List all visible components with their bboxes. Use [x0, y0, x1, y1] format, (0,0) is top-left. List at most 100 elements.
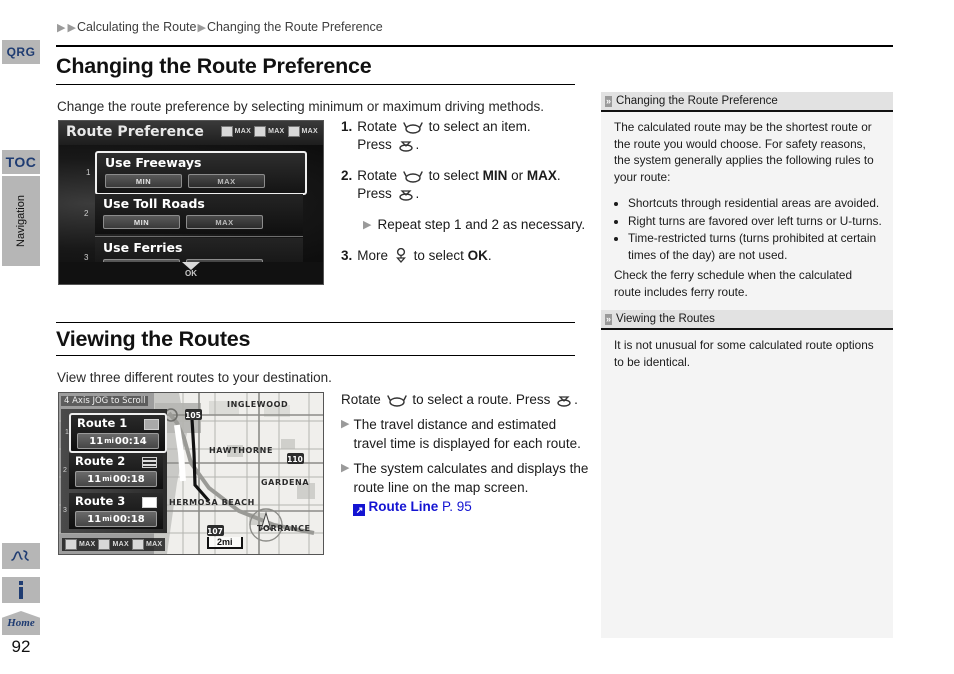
route-distance: 11 [87, 513, 102, 525]
enter-button-icon [556, 393, 572, 407]
route-color-swatch [144, 419, 159, 430]
step-object: to select [428, 168, 479, 183]
breadcrumb-item-1[interactable]: Calculating the Route [77, 20, 197, 34]
section2-rule-top [56, 322, 575, 323]
cross-reference-page[interactable]: P. 95 [442, 499, 472, 514]
max-button[interactable]: MAX [186, 215, 263, 229]
step-verb: Rotate [357, 168, 398, 183]
triangle-bullet-icon: ▶ [363, 219, 372, 231]
step-number: 2. [341, 168, 353, 183]
jump-link-icon: ↗ [353, 504, 366, 516]
status-badge: MAX [65, 539, 95, 550]
status-badge-label: MAX [268, 128, 285, 135]
screen-body: 1 Use Freeways MIN MAX 2 Use Toll Roads … [59, 145, 323, 280]
min-button[interactable]: MIN [105, 174, 182, 188]
step-verb: More [357, 248, 389, 263]
triangle-bullet-icon: ▶ [341, 462, 350, 474]
option-label: Use Toll Roads [103, 196, 205, 211]
enter-button-icon [398, 138, 414, 152]
double-chevron-icon: » [605, 95, 613, 107]
step-value-ok: OK [467, 248, 488, 263]
route-time: 00:18 [112, 513, 145, 525]
route-row-1[interactable]: 1 Route 1 11 mi 00:14 [65, 413, 167, 453]
route-color-swatch [142, 497, 157, 508]
status-badge-label: MAX [145, 541, 163, 548]
step-conjunction: or [511, 168, 524, 183]
route-distance: 11 [87, 473, 102, 485]
route-time: 00:18 [112, 473, 145, 485]
status-badge-label: MAX [79, 541, 96, 548]
home-button[interactable]: Home [2, 611, 40, 635]
svg-text:110: 110 [287, 455, 303, 464]
route-number: 3 [63, 507, 67, 514]
voice-command-icon[interactable] [2, 543, 40, 569]
rotary-knob-icon [403, 120, 423, 134]
step-value-max: MAX [526, 168, 557, 183]
max-button[interactable]: MAX [188, 174, 265, 188]
map-status-badges: MAX MAX MAX [62, 538, 166, 551]
toll-road-icon [254, 126, 267, 137]
instruction-period: . [574, 392, 578, 407]
step-text: Rotate to select MIN or MAX. Press . [357, 167, 560, 203]
route-preference-screenshot: Route Preference MAX MAX MAX 1 Use Freew… [58, 120, 324, 285]
status-badge: MAX [131, 539, 163, 550]
route-color-swatch [142, 457, 157, 468]
heading-rule-under [56, 84, 575, 85]
rotary-knob-icon [403, 169, 423, 183]
min-button[interactable]: MIN [103, 215, 180, 229]
option-number: 1 [86, 168, 91, 177]
freeway-icon [220, 126, 233, 137]
route-stats: 11 mi 00:18 [75, 511, 157, 527]
rail-tab-qrg[interactable]: QRG [2, 40, 40, 64]
double-chevron-icon: » [605, 313, 613, 325]
information-icon[interactable] [2, 577, 40, 603]
section2-title: Viewing the Routes [56, 327, 251, 351]
rail-tab-qrg-label: QRG [6, 45, 36, 59]
rail-tab-toc[interactable]: TOC [2, 150, 40, 174]
note-paragraph: The calculated route may be the shortest… [614, 120, 874, 184]
step-period: . [487, 248, 492, 263]
option-row-use-toll-roads[interactable]: 2 Use Toll Roads MIN MAX [84, 194, 303, 234]
route-row-2[interactable]: 2 Route 2 11 mi 00:18 [63, 453, 163, 489]
svg-text:GARDENA: GARDENA [261, 478, 309, 487]
breadcrumb-item-2[interactable]: Changing the Route Preference [207, 20, 383, 34]
instruction-object: to select a route. Press [412, 392, 551, 407]
status-badge-label: MAX [112, 541, 129, 548]
note-bullet-list: Shortcuts through residential areas are … [614, 195, 882, 263]
rotary-knob-icon [386, 393, 407, 407]
svg-text:107: 107 [207, 527, 223, 536]
notes-sidebar: » Changing the Route Preference The calc… [601, 92, 893, 638]
step-text: Rotate to select an item. Press . [357, 118, 530, 154]
section2-rule-under [56, 355, 575, 356]
result-bullet-1: ▶ The travel distance and estimated trav… [341, 415, 591, 453]
svg-text:TORRANCE: TORRANCE [257, 524, 311, 533]
step-verb-2: Press [357, 186, 392, 201]
note-header-1: » Changing the Route Preference [601, 92, 893, 112]
heading-rule-top [56, 45, 893, 47]
result-bullet-2-body: The system calculates and displays the r… [353, 461, 589, 495]
screen-status-badges: MAX MAX MAX [220, 126, 318, 137]
route-label: Route 2 [75, 454, 126, 468]
substep-repeat: ▶ Repeat step 1 and 2 as necessary. [363, 216, 591, 234]
cross-reference-link[interactable]: Route Line [368, 499, 438, 514]
route-row-3[interactable]: 3 Route 3 11 mi 00:18 [63, 493, 163, 529]
rail-section-navigation[interactable]: Navigation [2, 176, 40, 266]
step-verb: Rotate [357, 119, 398, 134]
note-body-2: It is not unusual for some calculated ro… [601, 330, 893, 380]
page-number: 92 [11, 637, 31, 656]
option-row-use-freeways[interactable]: 1 Use Freeways MIN MAX [86, 151, 307, 195]
substep-text: Repeat step 1 and 2 as necessary. [377, 217, 586, 232]
route-distance-unit: mi [102, 515, 112, 523]
note-bullet: Shortcuts through residential areas are … [628, 195, 882, 212]
note-header-2: » Viewing the Routes [601, 310, 893, 330]
status-badge: MAX [287, 126, 318, 137]
status-badge: MAX [220, 126, 251, 137]
route-distance: 11 [89, 435, 104, 447]
svg-text:HERMOSA BEACH: HERMOSA BEACH [169, 498, 255, 507]
route-list-map-screenshot: INGLEWOOD HAWTHORNE GARDENA HERMOSA BEAC… [58, 392, 324, 555]
step-3: 3. More to select OK. [341, 247, 591, 265]
step-period-2: . [415, 186, 420, 201]
scroll-hint-label: 4 Axis JOG to Scroll [61, 396, 149, 406]
breadcrumb: ▶ ▶ Calculating the Route ▶ Changing the… [56, 20, 383, 34]
svg-text:105: 105 [185, 411, 201, 420]
